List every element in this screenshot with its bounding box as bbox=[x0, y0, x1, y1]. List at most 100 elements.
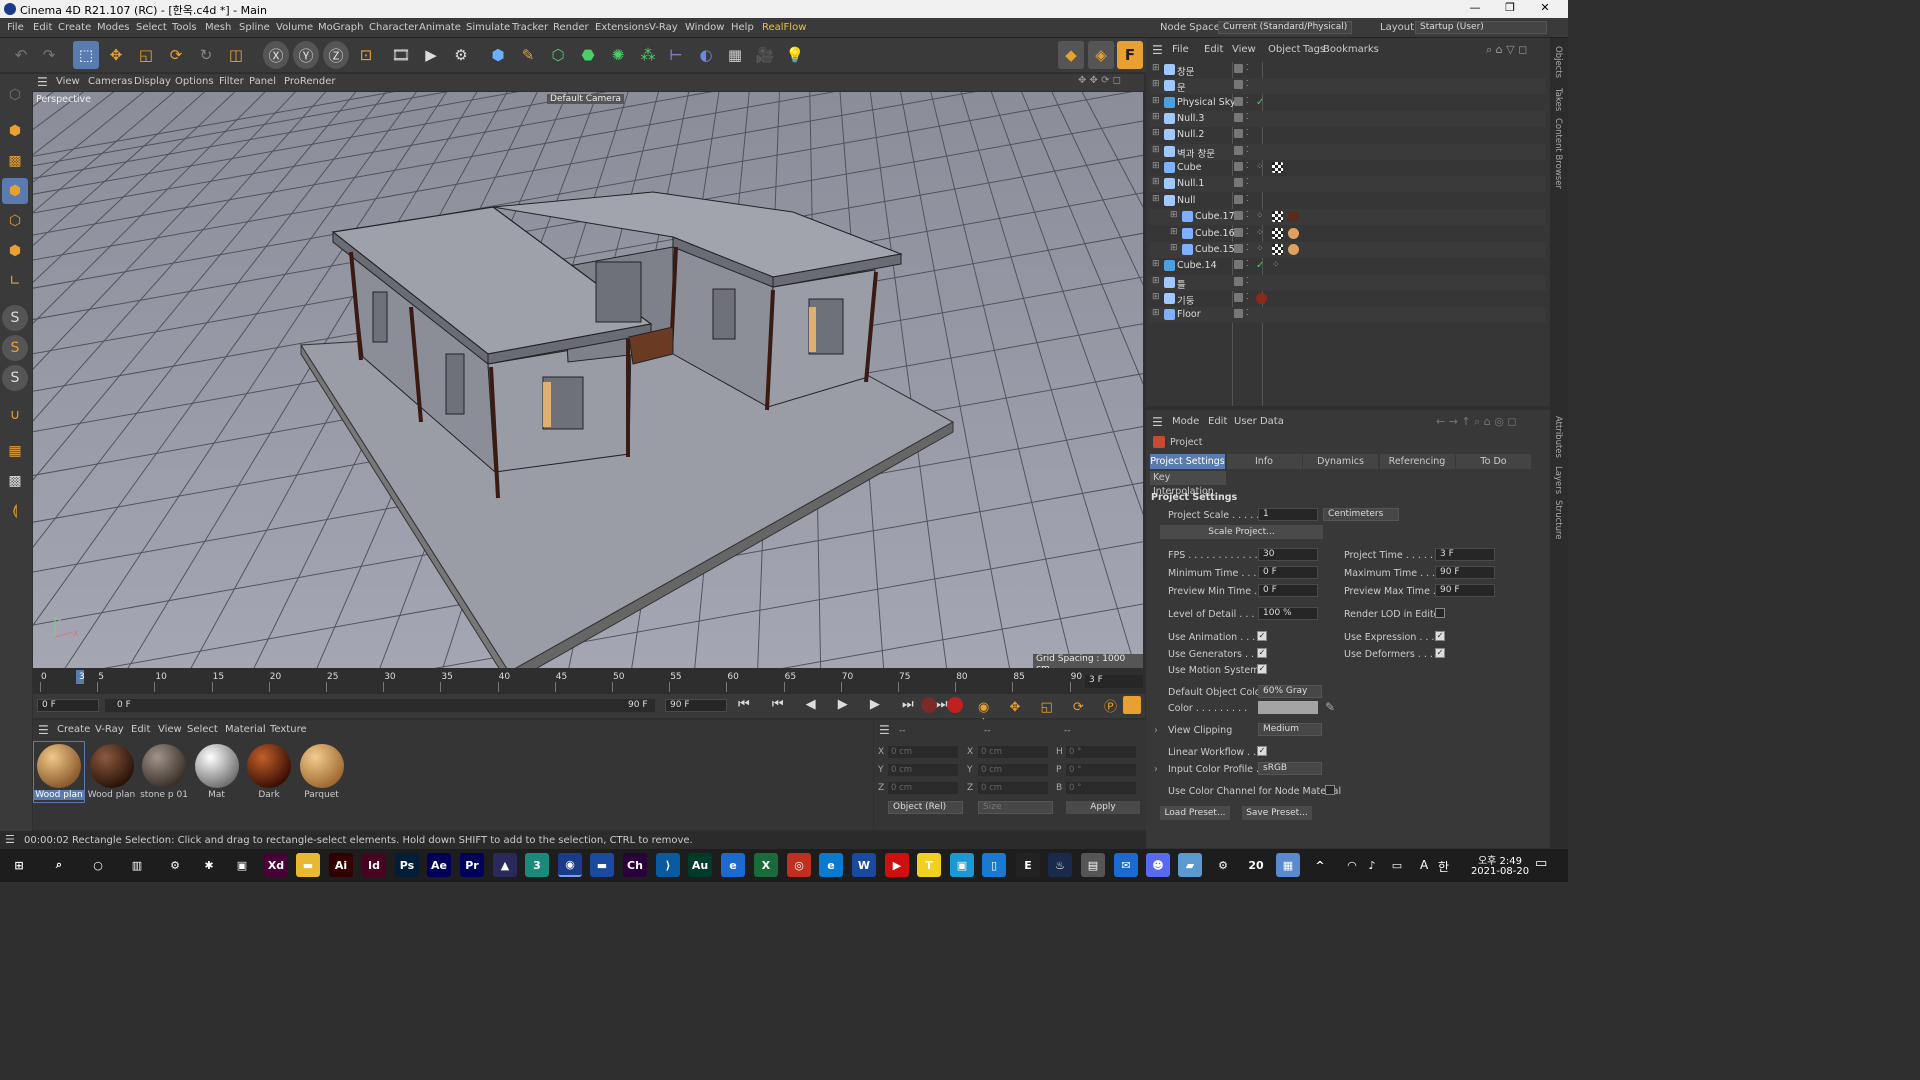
layer-dots-icon[interactable]: ⁚ bbox=[1246, 243, 1249, 252]
coord-hamburger-icon[interactable]: ☰ bbox=[879, 723, 890, 737]
menu-edit[interactable]: Edit bbox=[33, 22, 52, 33]
size-y-field[interactable]: 0 cm bbox=[978, 764, 1048, 776]
layer-dots-icon[interactable]: ⁚ bbox=[1246, 96, 1249, 105]
expand-icon[interactable]: ⊞ bbox=[1152, 292, 1160, 302]
object-name[interactable]: 벽과 창문 bbox=[1177, 146, 1215, 160]
color-swatch[interactable] bbox=[1258, 701, 1318, 714]
app-tile-icon[interactable]: ▦ bbox=[1276, 853, 1300, 877]
menu-v-ray[interactable]: V-Ray bbox=[649, 22, 678, 33]
material-swatch[interactable]: stone p 01 bbox=[139, 742, 189, 802]
eyedropper-icon[interactable]: ✎ bbox=[1325, 700, 1335, 714]
object-name[interactable]: 문 bbox=[1177, 80, 1186, 94]
app-20-icon[interactable]: 20 bbox=[1244, 853, 1268, 877]
battery-icon[interactable]: ▭ bbox=[1385, 853, 1409, 877]
layer-dots-icon[interactable]: ⁚ bbox=[1246, 112, 1249, 121]
linear-workflow-checkbox[interactable]: ✓ bbox=[1257, 746, 1267, 756]
attr-menu-mode[interactable]: Mode bbox=[1172, 416, 1199, 427]
layer-dots-icon[interactable]: ⁚ bbox=[1246, 227, 1249, 236]
viewport-menu-cameras[interactable]: Cameras bbox=[88, 76, 132, 87]
project-scale-field[interactable]: 1 bbox=[1258, 508, 1318, 521]
subdivision-icon[interactable]: ⬡ bbox=[545, 41, 571, 69]
layer-dots-icon[interactable]: ⁚ bbox=[1246, 194, 1249, 203]
object-mode-icon[interactable]: ⬢ bbox=[2, 178, 28, 204]
record-icon[interactable] bbox=[921, 697, 937, 713]
timeline-ruler[interactable]: 0 5 10 15 20 25 30 35 40 45 50 55 60 65 70 75 80 85 90 3 bbox=[33, 668, 1145, 694]
object-menu-edit[interactable]: Edit bbox=[1204, 44, 1223, 55]
menu-realflow[interactable]: RealFlow bbox=[762, 22, 806, 33]
grid-icon[interactable]: ▩ bbox=[2, 468, 28, 494]
snap-settings-icon[interactable]: S bbox=[2, 365, 28, 391]
app-teal-icon[interactable]: ▣ bbox=[950, 853, 974, 877]
object-row[interactable]: ⊞ Cube.17 ⁚ ⁘ bbox=[1150, 209, 1546, 226]
nodespace-dropdown[interactable]: Current (Standard/Physical) bbox=[1218, 21, 1352, 34]
layout-dropdown[interactable]: Startup (User) bbox=[1415, 21, 1547, 34]
model-icon[interactable]: ⬢ bbox=[2, 118, 28, 144]
side-tab-takes[interactable]: Takes bbox=[1553, 88, 1563, 111]
side-tab-attributes[interactable]: Attributes bbox=[1553, 416, 1563, 458]
object-row[interactable]: ⊞ 틀 ⁚ bbox=[1150, 274, 1546, 291]
viewport-menu-options[interactable]: Options bbox=[175, 76, 214, 87]
expand-icon[interactable]: ⊞ bbox=[1152, 79, 1160, 89]
menu-select[interactable]: Select bbox=[136, 22, 167, 33]
texture-tag-icon[interactable] bbox=[1272, 227, 1283, 239]
edges-mode-icon[interactable]: ⬢ bbox=[2, 238, 28, 264]
expand-icon[interactable]: ⊞ bbox=[1152, 276, 1160, 286]
menu-window[interactable]: Window bbox=[685, 22, 724, 33]
media-encoder-icon[interactable]: ▲ bbox=[493, 853, 517, 877]
settings2-icon[interactable]: ⚙ bbox=[1211, 853, 1235, 877]
texture-tag-icon[interactable] bbox=[1272, 243, 1283, 255]
layer-dots-icon[interactable]: ⁚ bbox=[1246, 259, 1249, 268]
visibility-flag-icon[interactable] bbox=[1234, 162, 1243, 172]
texture-tag-icon[interactable] bbox=[1272, 211, 1283, 223]
menu-file[interactable]: File bbox=[7, 22, 24, 33]
object-name[interactable]: Cube.17 bbox=[1195, 211, 1235, 222]
visibility-flag-icon[interactable] bbox=[1234, 243, 1243, 253]
layer-dots-icon[interactable]: ⁚ bbox=[1246, 63, 1249, 72]
input-profile-expand-icon[interactable]: › bbox=[1154, 764, 1158, 775]
material-menu-hamburger-icon[interactable]: ☰ bbox=[38, 723, 49, 737]
menu-mesh[interactable]: Mesh bbox=[205, 22, 231, 33]
texture-icon[interactable]: ▩ bbox=[2, 148, 28, 174]
viewport-menu-panel[interactable]: Panel bbox=[249, 76, 276, 87]
illustrator-icon[interactable]: Ai bbox=[329, 853, 353, 877]
object-name[interactable]: Cube bbox=[1177, 162, 1202, 173]
after-effects-icon[interactable]: Ae bbox=[427, 853, 451, 877]
phong-tag-icon[interactable]: ⁘ bbox=[1272, 260, 1283, 271]
check-tag-icon[interactable]: ✓ bbox=[1256, 97, 1267, 108]
color-channel-checkbox[interactable] bbox=[1325, 785, 1335, 795]
character-animator-icon[interactable]: Ch bbox=[623, 853, 647, 877]
viewport-menu-prorender[interactable]: ProRender bbox=[284, 76, 335, 87]
object-menu-object[interactable]: Object bbox=[1268, 44, 1301, 55]
redo-icon[interactable]: ↷ bbox=[36, 41, 62, 69]
object-search-icons[interactable]: ⌕ ⌂ ▽ ◻ bbox=[1486, 43, 1527, 57]
viewport-menu-view[interactable]: View bbox=[56, 76, 80, 87]
snap-s-icon[interactable]: S bbox=[2, 305, 28, 331]
object-row[interactable]: ⊞ 창문 ⁚ bbox=[1150, 62, 1546, 78]
view-clipping-dropdown[interactable]: Medium bbox=[1258, 723, 1322, 736]
render-view-icon[interactable]: 🎞 bbox=[388, 41, 414, 69]
object-name[interactable]: Null bbox=[1177, 195, 1195, 206]
polygons-mode-icon[interactable]: ∟ bbox=[2, 268, 28, 294]
realflow-icon[interactable]: F bbox=[1117, 41, 1143, 69]
rot-b-field[interactable]: 0 ° bbox=[1066, 782, 1136, 794]
tab-referencing[interactable]: Referencing bbox=[1379, 454, 1455, 469]
object-menu-tags[interactable]: Tags bbox=[1303, 44, 1325, 55]
attr-menu-edit[interactable]: Edit bbox=[1208, 416, 1227, 427]
menu-render[interactable]: Render bbox=[553, 22, 589, 33]
size-x-field[interactable]: 0 cm bbox=[978, 746, 1048, 758]
model-mode-icon[interactable]: ◆ bbox=[1058, 41, 1084, 69]
visibility-flag-icon[interactable] bbox=[1234, 194, 1243, 204]
object-row[interactable]: ⊞ 기둥 ⁚ bbox=[1150, 291, 1546, 307]
chrome-icon[interactable]: ◎ bbox=[787, 853, 811, 877]
viewport-nav-icon[interactable]: ✥ ✥ ⟳ ◻ bbox=[1078, 75, 1121, 86]
object-row[interactable]: ⊞ Null.3 ⁚ bbox=[1150, 111, 1546, 128]
settings-icon[interactable]: ⚙ bbox=[163, 853, 187, 877]
maximize-button[interactable]: ❐ bbox=[1495, 1, 1525, 14]
expand-icon[interactable]: ⊞ bbox=[1152, 177, 1160, 187]
material-menu-v-ray[interactable]: V-Ray bbox=[95, 724, 124, 735]
youtube-icon[interactable]: ▶ bbox=[885, 853, 909, 877]
cloner-icon[interactable]: ✺ bbox=[605, 41, 631, 69]
end-frame-field[interactable]: 90 F bbox=[665, 699, 727, 712]
task-view-icon[interactable]: ▥ bbox=[125, 853, 149, 877]
menu-animate[interactable]: Animate bbox=[419, 22, 461, 33]
